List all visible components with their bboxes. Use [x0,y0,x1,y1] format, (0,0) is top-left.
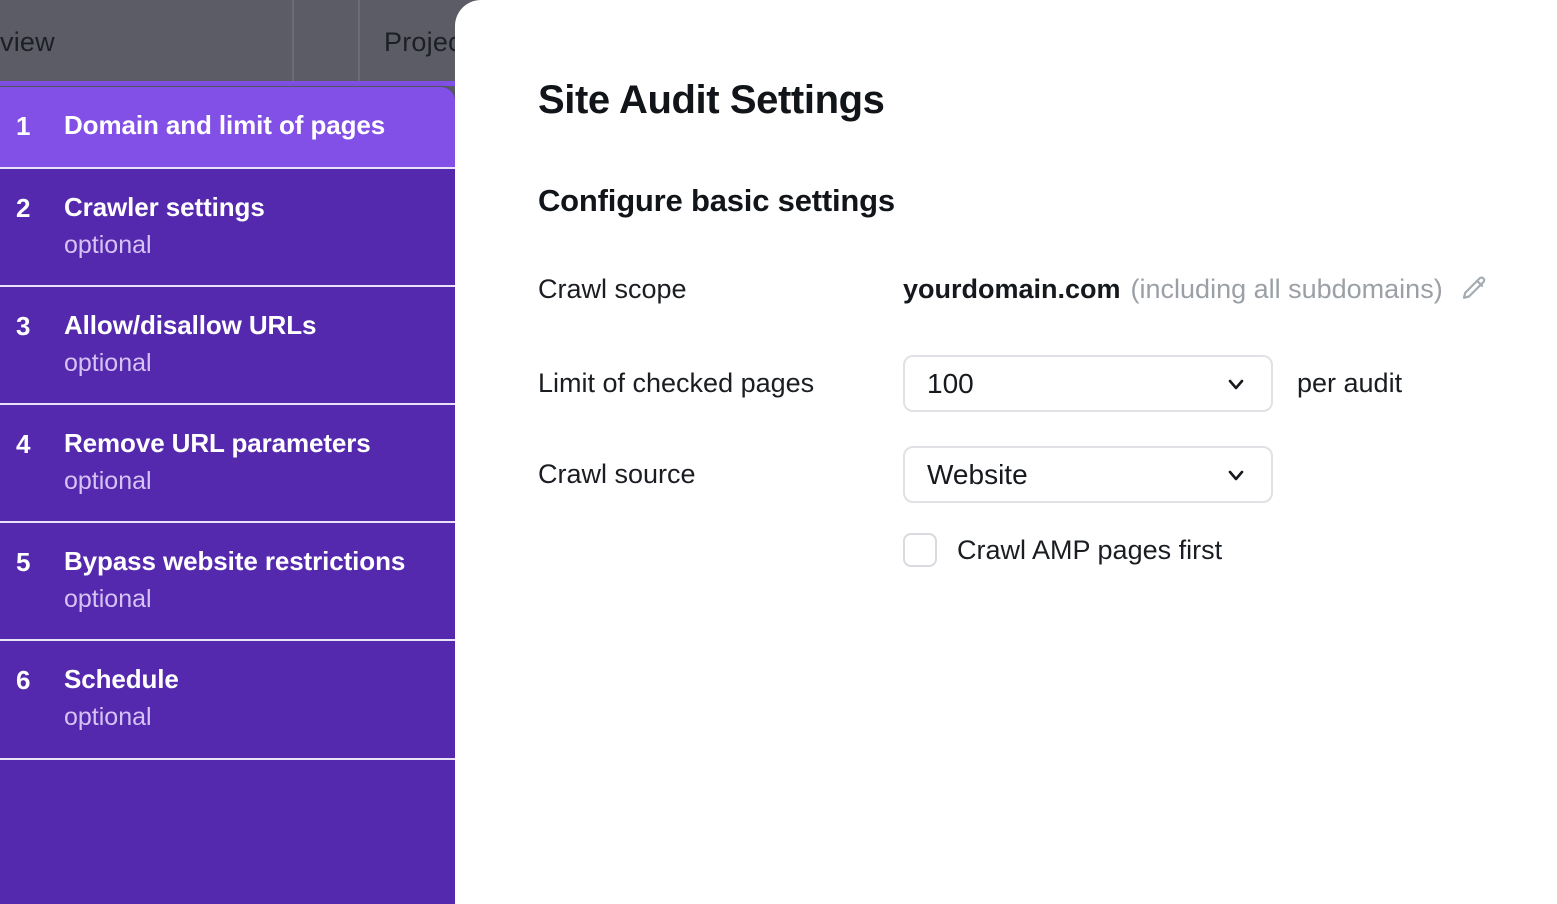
site-audit-settings-modal: Site Audit Settings Configure basic sett… [455,0,1557,904]
crawl-amp-label[interactable]: Crawl AMP pages first [957,535,1222,566]
step-optional-tag: optional [64,466,437,497]
crawl-source-row: Crawl source Website [538,446,1548,503]
step-number: 1 [16,109,64,143]
background-tab-middle[interactable] [292,0,358,85]
step-title: Allow/disallow URLs [64,309,437,343]
tab-divider [358,0,360,85]
step-number: 3 [16,309,64,343]
step-number: 6 [16,663,64,697]
crawl-scope-note: (including all subdomains) [1131,274,1443,305]
step-title: Bypass website restrictions [64,545,437,579]
step-title: Schedule [64,663,437,697]
sidebar-step-4[interactable]: 4 Remove URL parameters optional [0,405,455,523]
step-number: 4 [16,427,64,461]
settings-step-sidebar: 1 Domain and limit of pages 2 Crawler se… [0,87,455,904]
step-title: Domain and limit of pages [64,109,437,143]
crawl-amp-row: Crawl AMP pages first [538,533,1548,567]
pencil-icon[interactable] [1457,272,1491,306]
crawl-source-label: Crawl source [538,458,903,490]
chevron-down-icon [1223,462,1249,488]
limit-of-checked-pages-value: 100 [927,368,1223,400]
crawl-scope-domain: yourdomain.com [903,274,1121,305]
crawl-source-value: Website [927,459,1223,491]
crawl-source-select[interactable]: Website [903,446,1273,503]
active-tab-underline [0,81,470,86]
chevron-down-icon [1223,371,1249,397]
step-number: 2 [16,191,64,225]
tab-divider [292,0,294,85]
background-tab-overview[interactable]: view [0,0,292,85]
crawl-scope-row: Crawl scope yourdomain.com (including al… [538,272,1548,306]
step-title: Crawler settings [64,191,437,225]
step-optional-tag: optional [64,230,437,261]
limit-of-checked-pages-label: Limit of checked pages [538,367,903,399]
crawl-amp-checkbox[interactable] [903,533,937,567]
sidebar-step-3[interactable]: 3 Allow/disallow URLs optional [0,287,455,405]
step-optional-tag: optional [64,584,437,615]
step-optional-tag: optional [64,348,437,379]
crawl-scope-label: Crawl scope [538,273,903,305]
step-title: Remove URL parameters [64,427,437,461]
limit-of-checked-pages-row: Limit of checked pages 100 per audit [538,355,1548,412]
sidebar-step-1[interactable]: 1 Domain and limit of pages [0,87,455,169]
step-number: 5 [16,545,64,579]
sidebar-step-6[interactable]: 6 Schedule optional [0,641,455,759]
sidebar-step-2[interactable]: 2 Crawler settings optional [0,169,455,287]
sidebar-step-5[interactable]: 5 Bypass website restrictions optional [0,523,455,641]
per-audit-suffix: per audit [1297,368,1402,399]
page-title: Site Audit Settings [538,78,884,123]
step-optional-tag: optional [64,702,437,733]
limit-of-checked-pages-select[interactable]: 100 [903,355,1273,412]
crawl-scope-value: yourdomain.com (including all subdomains… [903,272,1491,306]
section-heading: Configure basic settings [538,183,895,219]
